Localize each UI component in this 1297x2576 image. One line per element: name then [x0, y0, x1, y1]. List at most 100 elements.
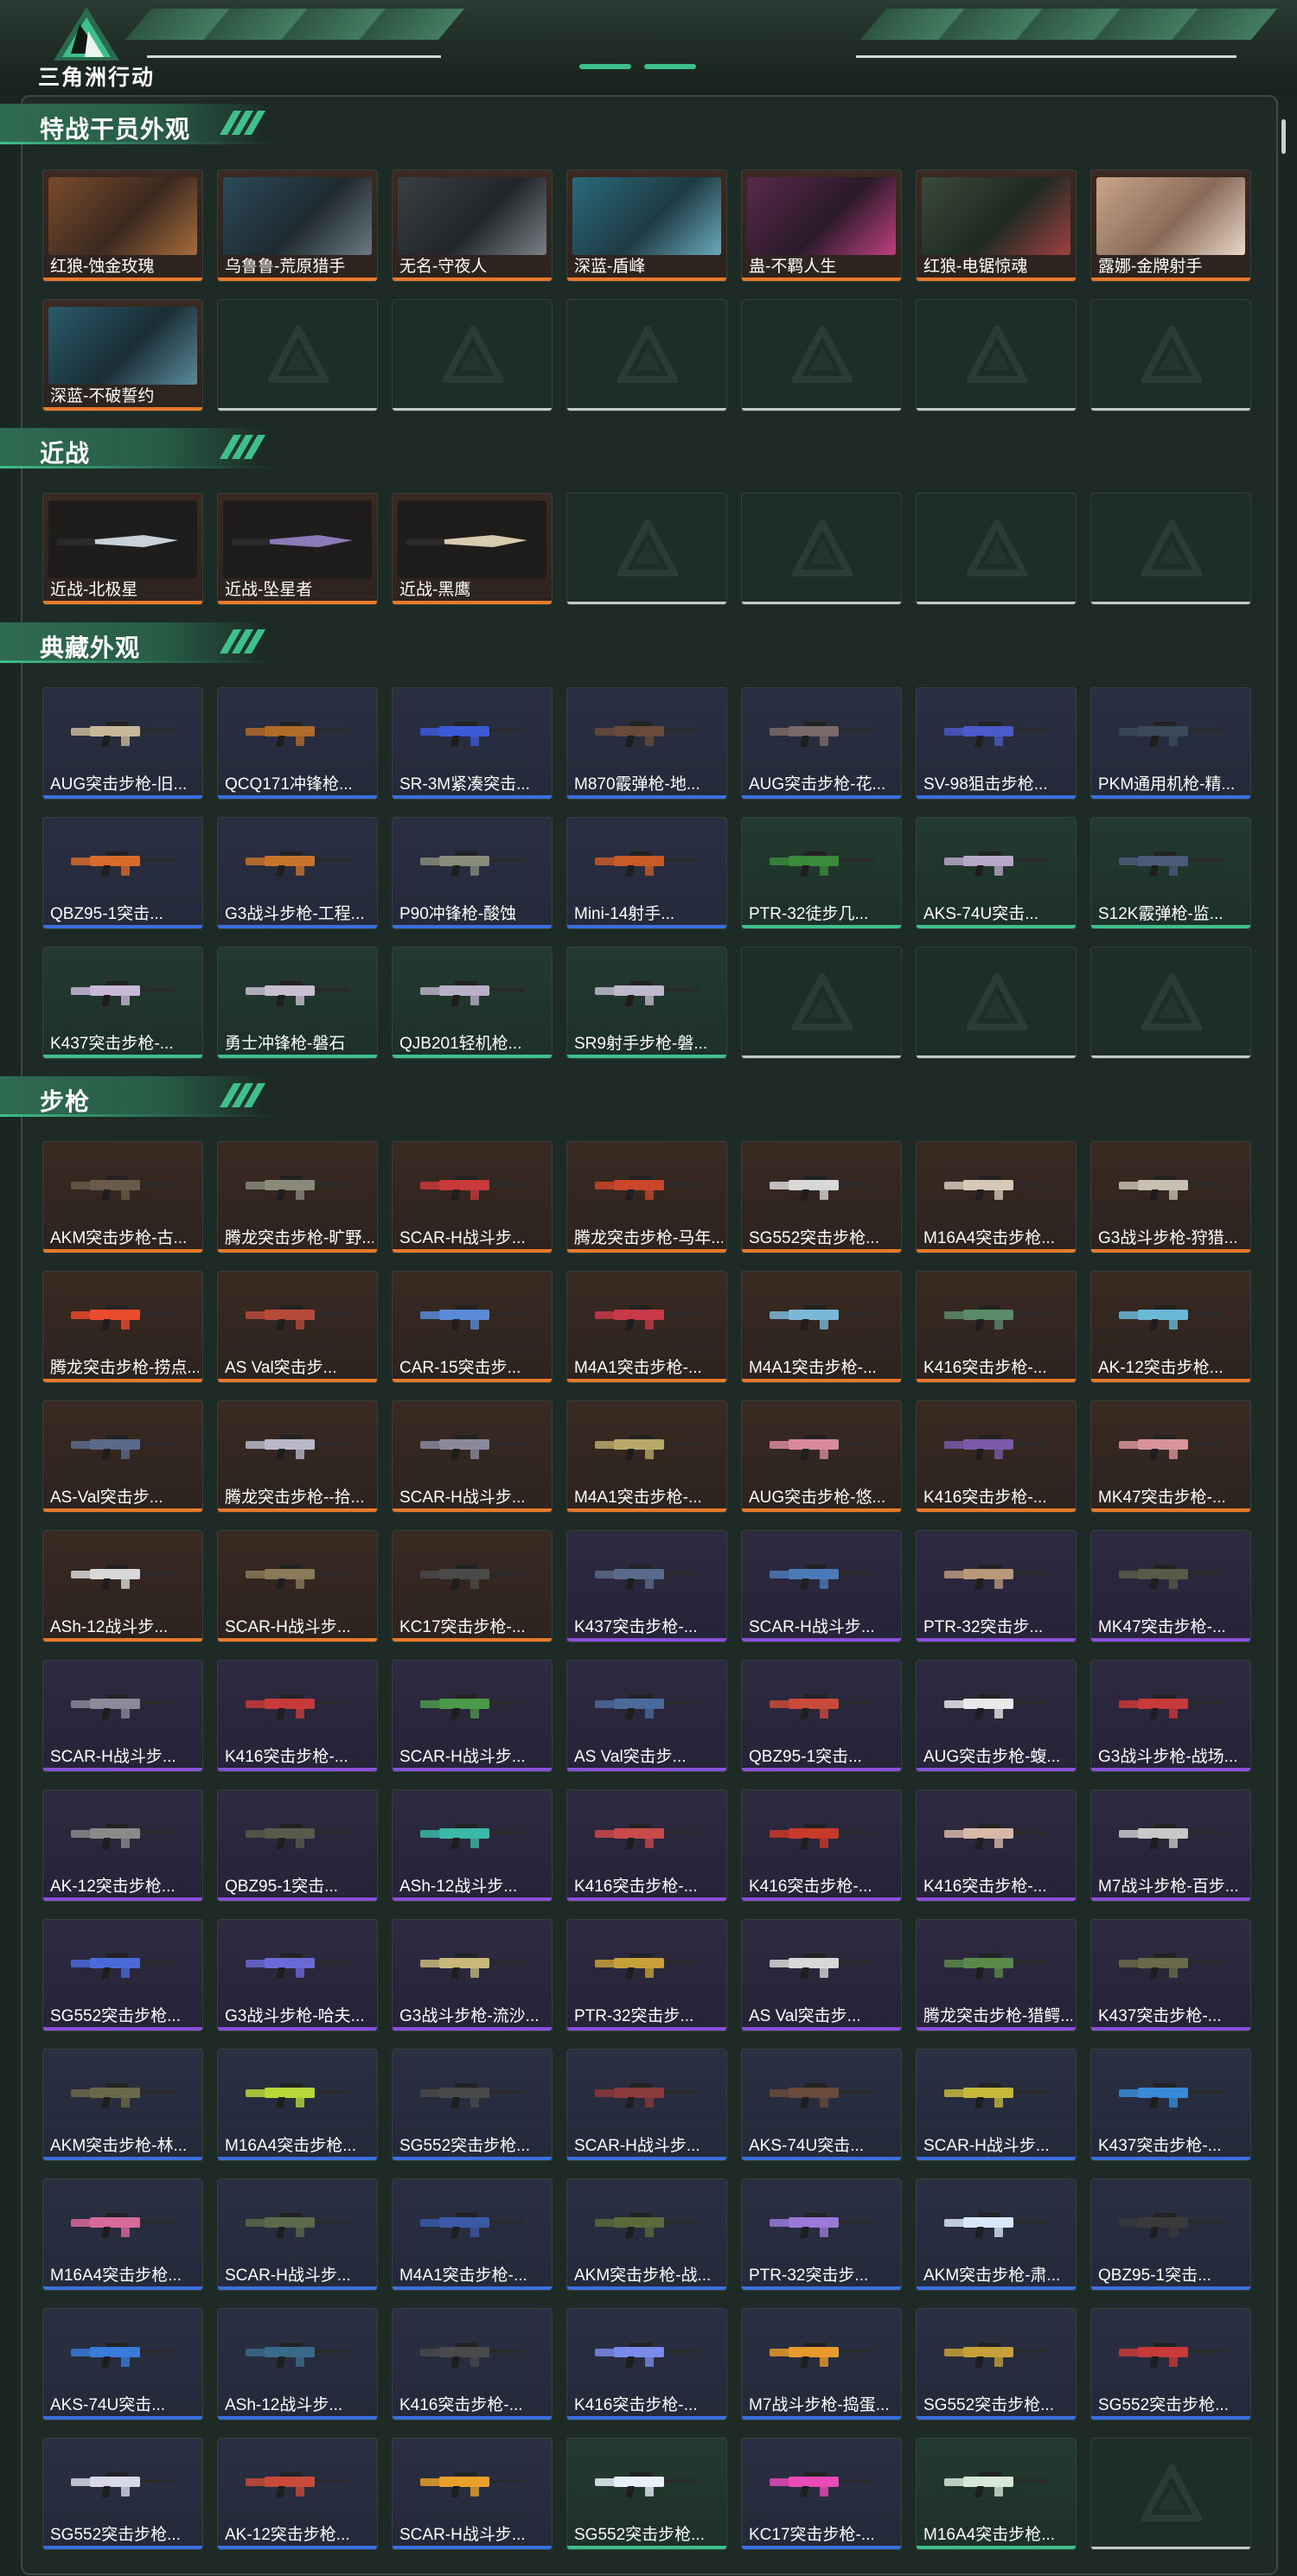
skin-card[interactable]: ASh-12战斗步...: [217, 2308, 378, 2420]
skin-card[interactable]: SG552突击步枪...: [42, 1919, 203, 2031]
skin-card[interactable]: K437突击步枪-...: [1090, 2049, 1251, 2161]
skin-card[interactable]: S12K霰弹枪-监...: [1090, 817, 1251, 929]
skin-card[interactable]: M870霰弹枪-地...: [566, 687, 727, 800]
skin-card[interactable]: QBZ95-1突击...: [741, 1660, 902, 1772]
skin-card[interactable]: G3战斗步枪-狩猎...: [1090, 1141, 1251, 1253]
skin-card[interactable]: QJB201轻机枪...: [392, 947, 553, 1059]
skin-card[interactable]: SCAR-H战斗步...: [392, 1141, 553, 1253]
skin-card[interactable]: P90冲锋枪-酸蚀: [392, 817, 553, 929]
skin-card[interactable]: 露娜-金牌射手: [1090, 169, 1251, 282]
skin-card[interactable]: PTR-32突击步...: [566, 1919, 727, 2031]
skin-card[interactable]: MK47突击步枪-...: [1090, 1530, 1251, 1642]
skin-card[interactable]: 腾龙突击步枪-马年...: [566, 1141, 727, 1253]
skin-card[interactable]: G3战斗步枪-流沙...: [392, 1919, 553, 2031]
skin-card[interactable]: 腾龙突击步枪-猎鳄...: [916, 1919, 1077, 2031]
skin-card[interactable]: M4A1突击步枪-...: [566, 1400, 727, 1513]
skin-card[interactable]: 腾龙突击步枪-捞点...: [42, 1271, 203, 1383]
skin-card[interactable]: SG552突击步枪...: [566, 2438, 727, 2550]
skin-card[interactable]: Mini-14射手...: [566, 817, 727, 929]
skin-card[interactable]: SCAR-H战斗步...: [217, 1530, 378, 1642]
skin-card[interactable]: 近战-坠星者: [217, 493, 378, 605]
skin-card[interactable]: 红狼-电锯惊魂: [916, 169, 1077, 282]
skin-card[interactable]: 乌鲁鲁-荒原猎手: [217, 169, 378, 282]
skin-card[interactable]: PTR-32徒步几...: [741, 817, 902, 929]
skin-card[interactable]: SG552突击步枪...: [916, 2308, 1077, 2420]
skin-card[interactable]: G3战斗步枪-哈夫...: [217, 1919, 378, 2031]
skin-card[interactable]: SCAR-H战斗步...: [741, 1530, 902, 1642]
skin-card[interactable]: AUG突击步枪-蝮...: [916, 1660, 1077, 1772]
skin-card[interactable]: 腾龙突击步枪--拾...: [217, 1400, 378, 1513]
skin-card[interactable]: PTR-32突击步...: [916, 1530, 1077, 1642]
skin-card[interactable]: AKM突击步枪-肃...: [916, 2178, 1077, 2291]
skin-card[interactable]: SR9射手步枪-磐...: [566, 947, 727, 1059]
skin-card[interactable]: SCAR-H战斗步...: [42, 1660, 203, 1772]
skin-card[interactable]: SG552突击步枪...: [1090, 2308, 1251, 2420]
skin-card[interactable]: M4A1突击步枪-...: [741, 1271, 902, 1383]
skin-card[interactable]: AS Val突击步...: [566, 1660, 727, 1772]
skin-card[interactable]: PTR-32突击步...: [741, 2178, 902, 2291]
skin-card[interactable]: AKM突击步枪-林...: [42, 2049, 203, 2161]
skin-card[interactable]: K416突击步枪-...: [566, 2308, 727, 2420]
skin-card[interactable]: KC17突击步枪-...: [392, 1530, 553, 1642]
skin-card[interactable]: AK-12突击步枪...: [217, 2438, 378, 2550]
skin-card[interactable]: M16A4突击步枪...: [217, 2049, 378, 2161]
skin-card[interactable]: SCAR-H战斗步...: [217, 2178, 378, 2291]
skin-card[interactable]: SG552突击步枪...: [392, 2049, 553, 2161]
skin-card[interactable]: M16A4突击步枪...: [916, 1141, 1077, 1253]
skin-card[interactable]: AK-12突击步枪...: [42, 1789, 203, 1902]
skin-card[interactable]: AUG突击步枪-悠...: [741, 1400, 902, 1513]
skin-card[interactable]: SCAR-H战斗步...: [916, 2049, 1077, 2161]
skin-card[interactable]: G3战斗步枪-战场...: [1090, 1660, 1251, 1772]
skin-card[interactable]: K416突击步枪-...: [392, 2308, 553, 2420]
skin-card[interactable]: K437突击步枪-...: [42, 947, 203, 1059]
skin-card[interactable]: K416突击步枪-...: [217, 1660, 378, 1772]
skin-card[interactable]: AKS-74U突击...: [916, 817, 1077, 929]
skin-card[interactable]: 腾龙突击步枪-旷野...: [217, 1141, 378, 1253]
skin-card[interactable]: M16A4突击步枪...: [916, 2438, 1077, 2550]
skin-card[interactable]: AKM突击步枪-古...: [42, 1141, 203, 1253]
skin-card[interactable]: AKM突击步枪-战...: [566, 2178, 727, 2291]
skin-card[interactable]: K416突击步枪-...: [916, 1271, 1077, 1383]
skin-card[interactable]: AS Val突击步...: [741, 1919, 902, 2031]
skin-card[interactable]: SR-3M紧凑突击...: [392, 687, 553, 800]
scrollbar-track[interactable]: [1280, 108, 1288, 2563]
skin-card[interactable]: SG552突击步枪...: [741, 1141, 902, 1253]
skin-card[interactable]: M4A1突击步枪-...: [392, 2178, 553, 2291]
skin-card[interactable]: AK-12突击步枪...: [1090, 1271, 1251, 1383]
skin-card[interactable]: AS-Val突击步...: [42, 1400, 203, 1513]
scrollbar-thumb[interactable]: [1281, 119, 1286, 154]
skin-card[interactable]: 红狼-蚀金玫瑰: [42, 169, 203, 282]
skin-card[interactable]: 近战-黑鹰: [392, 493, 553, 605]
skin-card[interactable]: AKS-74U突击...: [42, 2308, 203, 2420]
skin-card[interactable]: SV-98狙击步枪...: [916, 687, 1077, 800]
skin-card[interactable]: 近战-北极星: [42, 493, 203, 605]
skin-card[interactable]: MK47突击步枪-...: [1090, 1400, 1251, 1513]
skin-card[interactable]: K416突击步枪-...: [741, 1789, 902, 1902]
skin-card[interactable]: 勇士冲锋枪-磐石: [217, 947, 378, 1059]
skin-card[interactable]: KC17突击步枪-...: [741, 2438, 902, 2550]
skin-card[interactable]: QBZ95-1突击...: [42, 817, 203, 929]
skin-card[interactable]: SG552突击步枪...: [42, 2438, 203, 2550]
skin-card[interactable]: SCAR-H战斗步...: [566, 2049, 727, 2161]
skin-card[interactable]: AKS-74U突击...: [741, 2049, 902, 2161]
skin-card[interactable]: SCAR-H战斗步...: [392, 2438, 553, 2550]
skin-card[interactable]: 无名-守夜人: [392, 169, 553, 282]
skin-card[interactable]: AS Val突击步...: [217, 1271, 378, 1383]
skin-card[interactable]: SCAR-H战斗步...: [392, 1660, 553, 1772]
skin-card[interactable]: K416突击步枪-...: [566, 1789, 727, 1902]
skin-card[interactable]: CAR-15突击步...: [392, 1271, 553, 1383]
skin-card[interactable]: K437突击步枪-...: [1090, 1919, 1251, 2031]
skin-card[interactable]: K416突击步枪-...: [916, 1400, 1077, 1513]
skin-card[interactable]: QCQ171冲锋枪...: [217, 687, 378, 800]
skin-card[interactable]: QBZ95-1突击...: [1090, 2178, 1251, 2291]
skin-card[interactable]: 深蓝-盾峰: [566, 169, 727, 282]
skin-card[interactable]: 蛊-不羁人生: [741, 169, 902, 282]
skin-card[interactable]: AUG突击步枪-花...: [741, 687, 902, 800]
skin-card[interactable]: M7战斗步枪-捣蛋...: [741, 2308, 902, 2420]
skin-card[interactable]: SCAR-H战斗步...: [392, 1400, 553, 1513]
skin-card[interactable]: ASh-12战斗步...: [392, 1789, 553, 1902]
skin-card[interactable]: ASh-12战斗步...: [42, 1530, 203, 1642]
skin-card[interactable]: AUG突击步枪-旧...: [42, 687, 203, 800]
skin-card[interactable]: M16A4突击步枪...: [42, 2178, 203, 2291]
skin-card[interactable]: M4A1突击步枪-...: [566, 1271, 727, 1383]
